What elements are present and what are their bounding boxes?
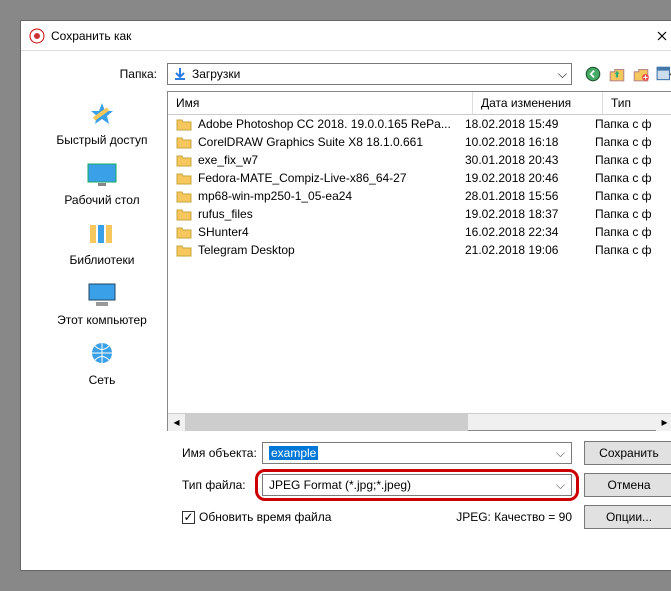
checkbox-icon: ✓ [182, 511, 195, 524]
column-headers: Имя Дата изменения Тип [168, 92, 671, 115]
file-date: 30.01.2018 20:43 [465, 153, 595, 167]
filename-value: example [269, 446, 318, 460]
computer-icon [84, 279, 120, 309]
downloads-icon [172, 66, 188, 82]
up-icon[interactable] [608, 65, 626, 83]
place-quick-access[interactable]: Быстрый доступ [56, 99, 147, 147]
view-menu-icon[interactable] [656, 65, 671, 83]
file-date: 19.02.2018 18:37 [465, 207, 595, 221]
network-icon [84, 339, 120, 369]
filename-input[interactable]: example ⌵ [262, 442, 572, 464]
folder-label: Папка: [37, 67, 167, 81]
folder-icon [176, 189, 192, 203]
file-type: Папка с ф [595, 117, 665, 131]
jpeg-quality-label: JPEG: Качество = 90 [456, 510, 572, 524]
place-computer[interactable]: Этот компьютер [57, 279, 147, 327]
window-title: Сохранить как [51, 29, 642, 43]
filename-label: Имя объекта: [37, 446, 262, 460]
update-time-checkbox[interactable]: ✓ Обновить время файла [182, 510, 331, 524]
folder-icon [176, 225, 192, 239]
save-as-dialog: Сохранить как Папка: Загрузки ⌵ [20, 20, 671, 571]
file-type: Папка с ф [595, 153, 665, 167]
file-name: mp68-win-mp250-1_05-ea24 [198, 189, 352, 203]
star-icon [84, 99, 120, 129]
file-date: 18.02.2018 15:49 [465, 117, 595, 131]
place-label: Сеть [89, 373, 116, 387]
file-name: SHunter4 [198, 225, 249, 239]
places-bar: Быстрый доступ Рабочий стол Библиотеки Э… [37, 91, 167, 431]
folder-icon [176, 243, 192, 257]
table-row[interactable]: rufus_files 19.02.2018 18:37Папка с ф [168, 205, 671, 223]
table-row[interactable]: Telegram Desktop 21.02.2018 19:06Папка с … [168, 241, 671, 259]
file-name: exe_fix_w7 [198, 153, 258, 167]
file-type: Папка с ф [595, 171, 665, 185]
scroll-left-icon[interactable]: ◂ [168, 414, 185, 431]
table-row[interactable]: Fedora-MATE_Compiz-Live-x86_64-27 19.02.2… [168, 169, 671, 187]
options-button[interactable]: Опции... [584, 505, 671, 529]
place-label: Рабочий стол [64, 193, 139, 207]
file-date: 28.01.2018 15:56 [465, 189, 595, 203]
col-name[interactable]: Имя [168, 92, 473, 114]
folder-value: Загрузки [192, 67, 240, 81]
place-label: Этот компьютер [57, 313, 147, 327]
update-time-label: Обновить время файла [199, 510, 331, 524]
libraries-icon [84, 219, 120, 249]
horizontal-scrollbar[interactable]: ◂ ▸ [168, 413, 671, 430]
file-date: 19.02.2018 20:46 [465, 171, 595, 185]
table-row[interactable]: SHunter4 16.02.2018 22:34Папка с ф [168, 223, 671, 241]
file-type: Папка с ф [595, 243, 665, 257]
folder-icon [176, 153, 192, 167]
file-name: Adobe Photoshop CC 2018. 19.0.0.165 RePa… [198, 117, 451, 131]
folder-icon [176, 207, 192, 221]
chevron-down-icon: ⌵ [556, 478, 565, 493]
scroll-right-icon[interactable]: ▸ [656, 414, 671, 431]
desktop-icon [84, 159, 120, 189]
cancel-button[interactable]: Отмена [584, 473, 671, 497]
place-desktop[interactable]: Рабочий стол [64, 159, 139, 207]
col-type[interactable]: Тип [603, 92, 671, 114]
file-type: Папка с ф [595, 207, 665, 221]
file-list: Имя Дата изменения Тип Adobe Photoshop C… [167, 91, 671, 431]
filetype-label: Тип файла: [37, 478, 262, 492]
file-type: Папка с ф [595, 225, 665, 239]
place-network[interactable]: Сеть [84, 339, 120, 387]
place-label: Библиотеки [69, 253, 134, 267]
new-folder-icon[interactable] [632, 65, 650, 83]
folder-toolbar [584, 65, 671, 83]
chevron-down-icon: ⌵ [558, 67, 567, 82]
file-type: Папка с ф [595, 189, 665, 203]
folder-icon [176, 171, 192, 185]
close-button[interactable] [642, 22, 671, 50]
file-name: rufus_files [198, 207, 253, 221]
filetype-value: JPEG Format (*.jpg;*.jpeg) [269, 478, 411, 492]
filetype-dropdown[interactable]: JPEG Format (*.jpg;*.jpeg) ⌵ [262, 474, 572, 496]
chevron-down-icon: ⌵ [556, 446, 565, 461]
file-name: CorelDRAW Graphics Suite X8 18.1.0.661 [198, 135, 423, 149]
table-row[interactable]: Adobe Photoshop CC 2018. 19.0.0.165 RePa… [168, 115, 671, 133]
back-icon[interactable] [584, 65, 602, 83]
file-name: Fedora-MATE_Compiz-Live-x86_64-27 [198, 171, 407, 185]
titlebar: Сохранить как [21, 21, 671, 51]
col-date[interactable]: Дата изменения [473, 92, 603, 114]
file-date: 10.02.2018 16:18 [465, 135, 595, 149]
place-label: Быстрый доступ [56, 133, 147, 147]
file-name: Telegram Desktop [198, 243, 295, 257]
place-libraries[interactable]: Библиотеки [69, 219, 134, 267]
scroll-thumb[interactable] [185, 414, 468, 431]
app-icon [29, 28, 45, 44]
file-type: Папка с ф [595, 135, 665, 149]
table-row[interactable]: mp68-win-mp250-1_05-ea24 28.01.2018 15:56… [168, 187, 671, 205]
table-row[interactable]: exe_fix_w7 30.01.2018 20:43Папка с ф [168, 151, 671, 169]
file-date: 16.02.2018 22:34 [465, 225, 595, 239]
file-date: 21.02.2018 19:06 [465, 243, 595, 257]
save-button[interactable]: Сохранить [584, 441, 671, 465]
folder-icon [176, 117, 192, 131]
folder-icon [176, 135, 192, 149]
table-row[interactable]: CorelDRAW Graphics Suite X8 18.1.0.661 10… [168, 133, 671, 151]
folder-dropdown[interactable]: Загрузки ⌵ [167, 63, 572, 85]
